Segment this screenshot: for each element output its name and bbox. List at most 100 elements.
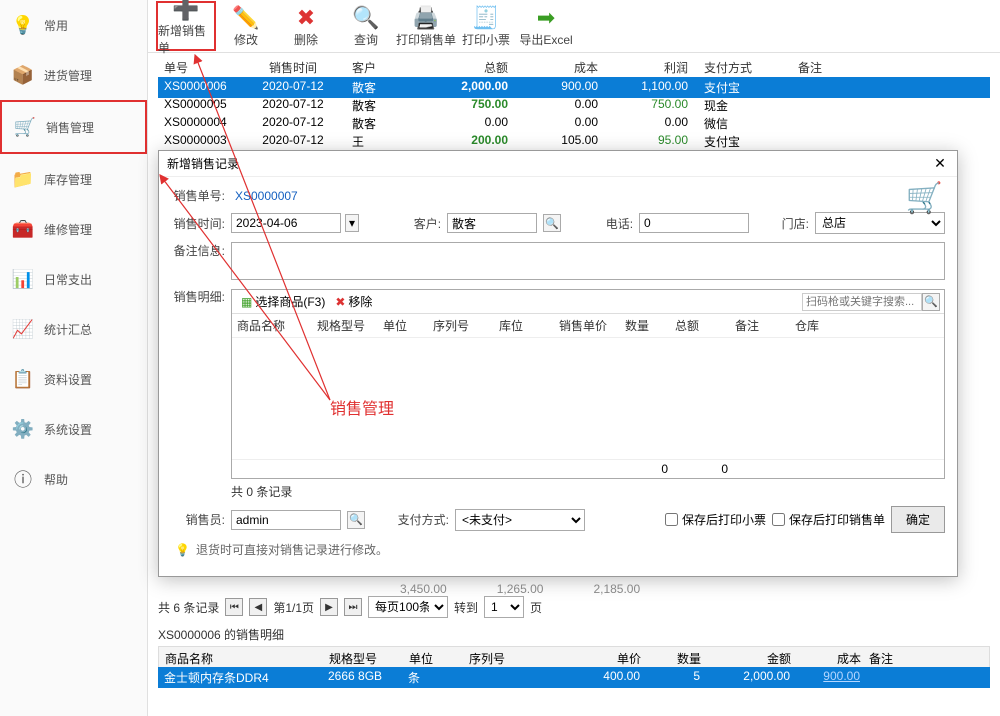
cell-profit: 750.00	[608, 97, 698, 114]
detail-panel: ▦选择商品(F3) ✖移除 🔍 商品名称 规格型号 单位 序列号 库位 销售单价…	[231, 289, 945, 479]
scan-search-icon[interactable]: 🔍	[922, 293, 940, 311]
col-pay: 支付方式	[698, 59, 798, 76]
receipt-icon: 🧾	[472, 5, 499, 31]
delete-button[interactable]: ✖删除	[276, 1, 336, 51]
cust-label: 客户:	[401, 215, 441, 232]
detail-name: 金士顿内存条DDR4	[158, 669, 328, 686]
cell-amt: 2,000.00	[428, 79, 518, 96]
add-sales-button[interactable]: ➕新增销售单	[156, 1, 216, 51]
col-cost: 成本	[518, 59, 608, 76]
sidebar-item-repair[interactable]: 🧰维修管理	[0, 204, 147, 254]
sidebar-label: 日常支出	[44, 271, 92, 288]
col-date: 销售时间	[238, 59, 348, 76]
cell-amt: 750.00	[428, 97, 518, 114]
sidebar-label: 库存管理	[44, 171, 92, 188]
cell-profit: 95.00	[608, 133, 698, 150]
detail-grid-row[interactable]: 金士顿内存条DDR4 2666 8GB 条 400.00 5 2,000.00 …	[158, 667, 990, 688]
bulb-icon: 💡	[12, 14, 34, 36]
printer-icon: 🖨️	[412, 5, 439, 31]
col-amt: 总额	[428, 59, 518, 76]
edit-button[interactable]: ✏️修改	[216, 1, 276, 51]
cell-date: 2020-07-12	[238, 115, 348, 132]
print-receipt-button[interactable]: 🧾打印小票	[456, 1, 516, 51]
cell-cust: 散客	[348, 97, 428, 114]
plus-icon: ➕	[172, 0, 199, 22]
sidebar-item-stats[interactable]: 📈统计汇总	[0, 304, 147, 354]
paymode-label: 支付方式:	[391, 511, 449, 528]
btn-label: 新增销售单	[158, 22, 214, 56]
cell-cost: 0.00	[518, 97, 608, 114]
paymode-select[interactable]: <未支付>	[455, 509, 585, 531]
customer-input[interactable]	[447, 213, 537, 233]
barchart-icon: 📊	[12, 268, 34, 290]
customer-search-icon[interactable]: 🔍	[543, 214, 561, 232]
print-order-button[interactable]: 🖨️打印销售单	[396, 1, 456, 51]
close-button[interactable]: ✕	[931, 155, 949, 172]
sidebar-item-expense[interactable]: 📊 日常支出	[0, 254, 147, 304]
sales-row[interactable]: XS0000003 2020-07-12 王 200.00 105.00 95.…	[158, 131, 990, 152]
cell-order: XS0000003	[158, 133, 238, 150]
query-button[interactable]: 🔍查询	[336, 1, 396, 51]
cell-pay: 微信	[698, 115, 798, 132]
arrow-right-icon: ➡	[537, 5, 555, 31]
cell-order: XS0000004	[158, 115, 238, 132]
col-order: 单号	[158, 59, 238, 76]
pager-total: 共 6 条记录	[158, 599, 219, 616]
btn-label: 删除	[294, 31, 318, 48]
print-order-checkbox[interactable]: 保存后打印销售单	[772, 511, 885, 528]
cell-cust: 散客	[348, 79, 428, 96]
sidebar-item-purchase[interactable]: 📦进货管理	[0, 50, 147, 100]
seller-search-icon[interactable]: 🔍	[347, 511, 365, 529]
sidebar-item-system[interactable]: ⚙️系统设置	[0, 404, 147, 454]
cell-pay: 现金	[698, 97, 798, 114]
sidebar-item-common[interactable]: 💡常用	[0, 0, 147, 50]
btn-label: 打印小票	[462, 31, 510, 48]
last-page-button[interactable]: ⏭	[344, 598, 362, 616]
ok-button[interactable]: 确定	[891, 506, 945, 533]
detail-amt: 2,000.00	[708, 669, 798, 686]
export-excel-button[interactable]: ➡导出Excel	[516, 1, 576, 51]
bulb-small-icon: 💡	[175, 543, 190, 557]
doc-icon: 📋	[12, 368, 34, 390]
btn-label: 修改	[234, 31, 258, 48]
select-goods-button[interactable]: ▦选择商品(F3)	[236, 292, 330, 311]
sidebar-item-help[interactable]: ⓘ帮助	[0, 454, 147, 504]
sidebar-item-sales[interactable]: 🛒销售管理	[0, 100, 147, 154]
first-page-button[interactable]: ⏮	[225, 598, 243, 616]
prev-page-button[interactable]: ◀	[249, 598, 267, 616]
goto-label: 转到	[454, 599, 478, 616]
seller-input[interactable]	[231, 510, 341, 530]
next-page-button[interactable]: ▶	[320, 598, 338, 616]
note-textarea[interactable]	[231, 242, 945, 280]
sidebar-item-data[interactable]: 📋资料设置	[0, 354, 147, 404]
dialog-titlebar: 新增销售记录 ✕	[159, 151, 957, 177]
sidebar-label: 统计汇总	[44, 321, 92, 338]
note-label: 备注信息:	[171, 242, 225, 259]
shopping-cart-icon: 🛒	[906, 181, 943, 216]
seller-label: 销售员:	[171, 511, 225, 528]
cell-order: XS0000005	[158, 97, 238, 114]
phone-input[interactable]	[639, 213, 749, 233]
print-receipt-checkbox[interactable]: 保存后打印小票	[665, 511, 766, 528]
col-note: 备注	[798, 59, 990, 76]
date-input[interactable]	[231, 213, 341, 233]
remove-button[interactable]: ✖移除	[330, 292, 377, 311]
detail-cost[interactable]: 900.00	[798, 669, 868, 686]
detail-serial	[468, 669, 588, 686]
sidebar-item-inventory[interactable]: 📁库存管理	[0, 154, 147, 204]
per-page-select[interactable]: 每页100条	[368, 596, 448, 618]
totals-row: 3,450.001,265.002,185.00	[400, 582, 640, 596]
detail-qty: 5	[648, 669, 708, 686]
det-foot-qty: 0	[624, 462, 674, 476]
calendar-icon[interactable]: ▾	[345, 214, 359, 232]
cell-date: 2020-07-12	[238, 133, 348, 150]
sidebar-label: 销售管理	[46, 119, 94, 136]
goto-select[interactable]: 1	[484, 596, 524, 618]
detail-note	[868, 669, 990, 686]
sidebar-label: 系统设置	[44, 421, 92, 438]
annotation-label: 销售管理	[330, 395, 394, 419]
cell-pay: 支付宝	[698, 133, 798, 150]
scan-input[interactable]	[802, 293, 922, 311]
btn-label: 打印销售单	[396, 31, 456, 48]
cell-date: 2020-07-12	[238, 97, 348, 114]
